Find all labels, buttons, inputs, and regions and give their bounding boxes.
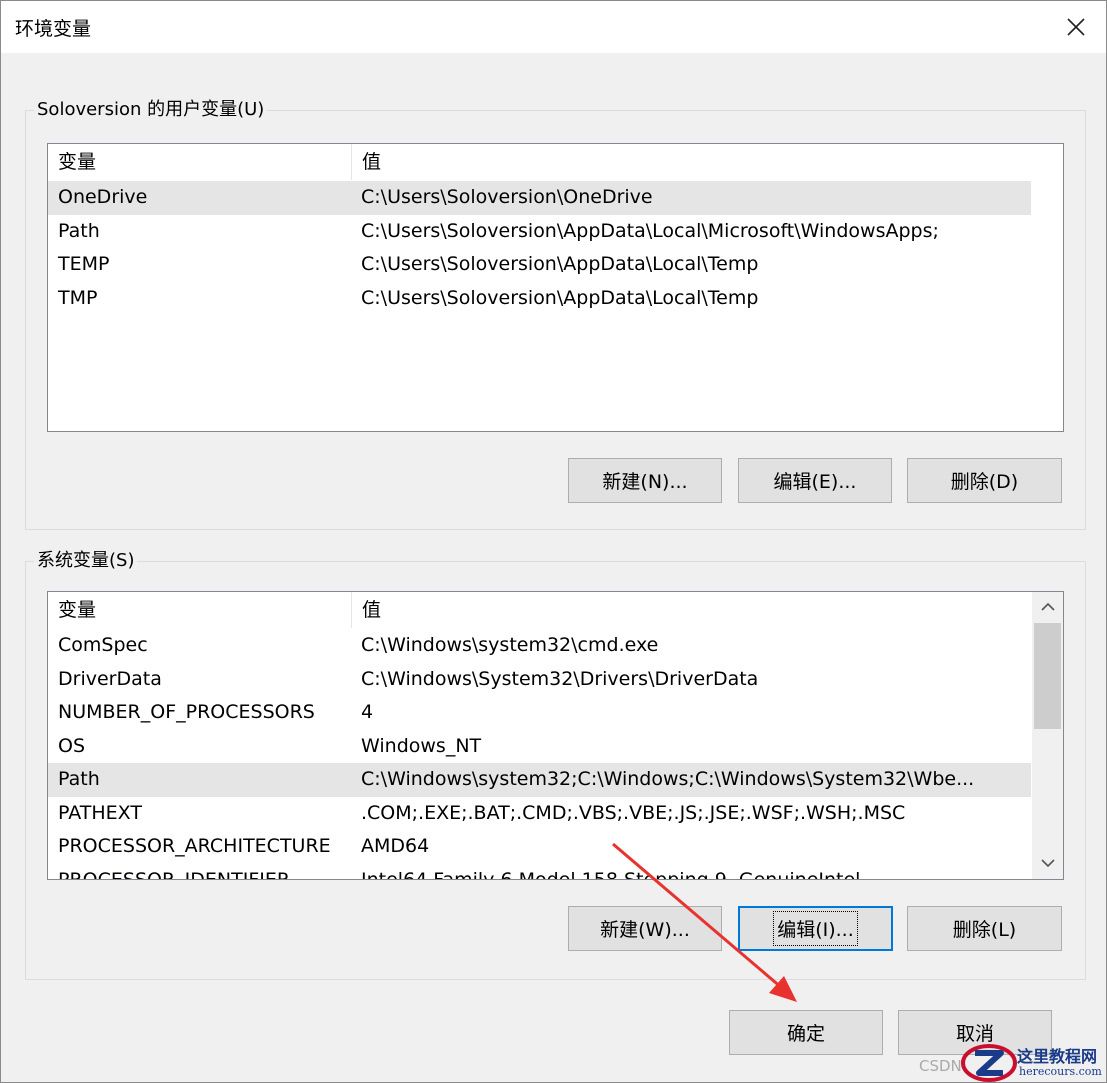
variable-value-cell: .COM;.EXE;.BAT;.CMD;.VBS;.VBE;.JS;.JSE;.… xyxy=(361,801,906,824)
close-icon xyxy=(1067,18,1085,36)
scrollbar-thumb[interactable] xyxy=(1034,623,1061,729)
variable-value-cell: C:\Users\Soloversion\AppData\Local\Micro… xyxy=(361,219,939,242)
variable-value-cell: C:\Users\Soloversion\AppData\Local\Temp xyxy=(361,286,759,309)
table-row[interactable]: DriverData C:\Windows\System32\Drivers\Dr… xyxy=(48,663,1031,697)
site-url: herecours.com xyxy=(1019,1065,1102,1078)
table-row[interactable]: PROCESSOR_IDENTIFIER Intel64 Family 6 Mod… xyxy=(48,864,1031,880)
table-row[interactable]: Path C:\Windows\system32;C:\Windows;C:\Wi… xyxy=(48,763,1031,797)
table-row[interactable]: OneDrive C:\Users\Soloversion\OneDrive xyxy=(48,181,1031,215)
variable-name-cell: DriverData xyxy=(58,667,162,690)
variable-name-cell: PROCESSOR_ARCHITECTURE xyxy=(58,835,331,857)
column-header-variable[interactable]: 变量 xyxy=(48,144,351,180)
table-row[interactable]: TEMP C:\Users\Soloversion\AppData\Local\T… xyxy=(48,248,1031,282)
variable-name-cell: PROCESSOR_IDENTIFIER xyxy=(58,868,291,880)
variable-name-cell: NUMBER_OF_PROCESSORS xyxy=(58,701,315,723)
site-logo-icon xyxy=(961,1044,1017,1082)
variable-name-cell: TMP xyxy=(58,286,98,309)
system-delete-button[interactable]: 删除(L) xyxy=(907,906,1062,951)
variable-value-cell: C:\Users\Soloversion\AppData\Local\Temp xyxy=(361,253,759,275)
ok-button[interactable]: 确定 xyxy=(729,1010,883,1055)
list-header: 变量 值 xyxy=(48,592,1063,628)
variable-name-cell: TEMP xyxy=(58,253,110,275)
scroll-down-button[interactable] xyxy=(1032,848,1063,878)
variable-name-cell: Path xyxy=(58,219,100,242)
scroll-up-button[interactable] xyxy=(1032,592,1063,622)
table-row[interactable]: Path C:\Users\Soloversion\AppData\Local\M… xyxy=(48,215,1031,249)
chevron-down-icon xyxy=(1040,859,1055,868)
column-header-value[interactable]: 值 xyxy=(351,592,1031,628)
variable-value-cell: Windows_NT xyxy=(361,734,482,757)
column-header-variable[interactable]: 变量 xyxy=(48,592,351,628)
vertical-scrollbar[interactable] xyxy=(1032,592,1063,879)
variable-name-cell: Path xyxy=(58,768,100,790)
close-button[interactable] xyxy=(1046,1,1106,53)
table-row[interactable]: OS Windows_NT xyxy=(48,730,1031,764)
variable-value-cell: C:\Windows\system32;C:\Windows;C:\Window… xyxy=(361,768,975,790)
column-header-value[interactable]: 值 xyxy=(351,144,1031,180)
environment-variables-dialog: 环境变量 Soloversion 的用户变量(U) 变量 值 OneDrive C… xyxy=(0,0,1107,1083)
title-bar: 环境变量 xyxy=(1,1,1106,53)
site-name: 这里教程网 xyxy=(1017,1047,1098,1066)
variable-value-cell: C:\Users\Soloversion\OneDrive xyxy=(361,186,653,208)
table-row[interactable]: PATHEXT .COM;.EXE;.BAT;.CMD;.VBS;.VBE;.JS… xyxy=(48,797,1031,831)
list-header: 变量 值 xyxy=(48,144,1063,180)
chevron-up-icon xyxy=(1040,602,1055,611)
table-row[interactable]: ComSpec C:\Windows\system32\cmd.exe xyxy=(48,629,1031,663)
variable-name-cell: ComSpec xyxy=(58,634,148,656)
variable-value-cell: 4 xyxy=(361,701,374,723)
user-variables-legend: Soloversion 的用户变量(U) xyxy=(34,98,268,122)
system-variables-list[interactable]: 变量 值 ComSpec C:\Windows\system32\cmd.exe D… xyxy=(47,591,1064,880)
table-row[interactable]: NUMBER_OF_PROCESSORS 4 xyxy=(48,696,1031,730)
csdn-watermark: CSDN xyxy=(919,1057,962,1075)
annotation-arrow-icon xyxy=(612,842,797,1002)
variable-name-cell: OneDrive xyxy=(58,186,148,208)
table-row[interactable]: TMP C:\Users\Soloversion\AppData\Local\Te… xyxy=(48,282,1031,316)
system-variables-legend: 系统变量(S) xyxy=(34,549,138,573)
variable-name-cell: OS xyxy=(58,734,86,757)
window-title: 环境变量 xyxy=(15,18,92,40)
table-row[interactable]: PROCESSOR_ARCHITECTURE AMD64 xyxy=(48,830,1031,864)
user-variables-list[interactable]: 变量 值 OneDrive C:\Users\Soloversion\OneDri… xyxy=(47,143,1064,432)
user-edit-button[interactable]: 编辑(E)... xyxy=(738,458,892,503)
variable-value-cell: C:\Windows\system32\cmd.exe xyxy=(361,634,659,656)
variable-value-cell: C:\Windows\System32\Drivers\DriverData xyxy=(361,667,759,690)
user-delete-button[interactable]: 删除(D) xyxy=(907,458,1062,503)
variable-name-cell: PATHEXT xyxy=(58,801,142,824)
user-new-button[interactable]: 新建(N)... xyxy=(568,458,722,503)
site-watermark: 这里教程网 herecours.com xyxy=(961,1041,1107,1083)
